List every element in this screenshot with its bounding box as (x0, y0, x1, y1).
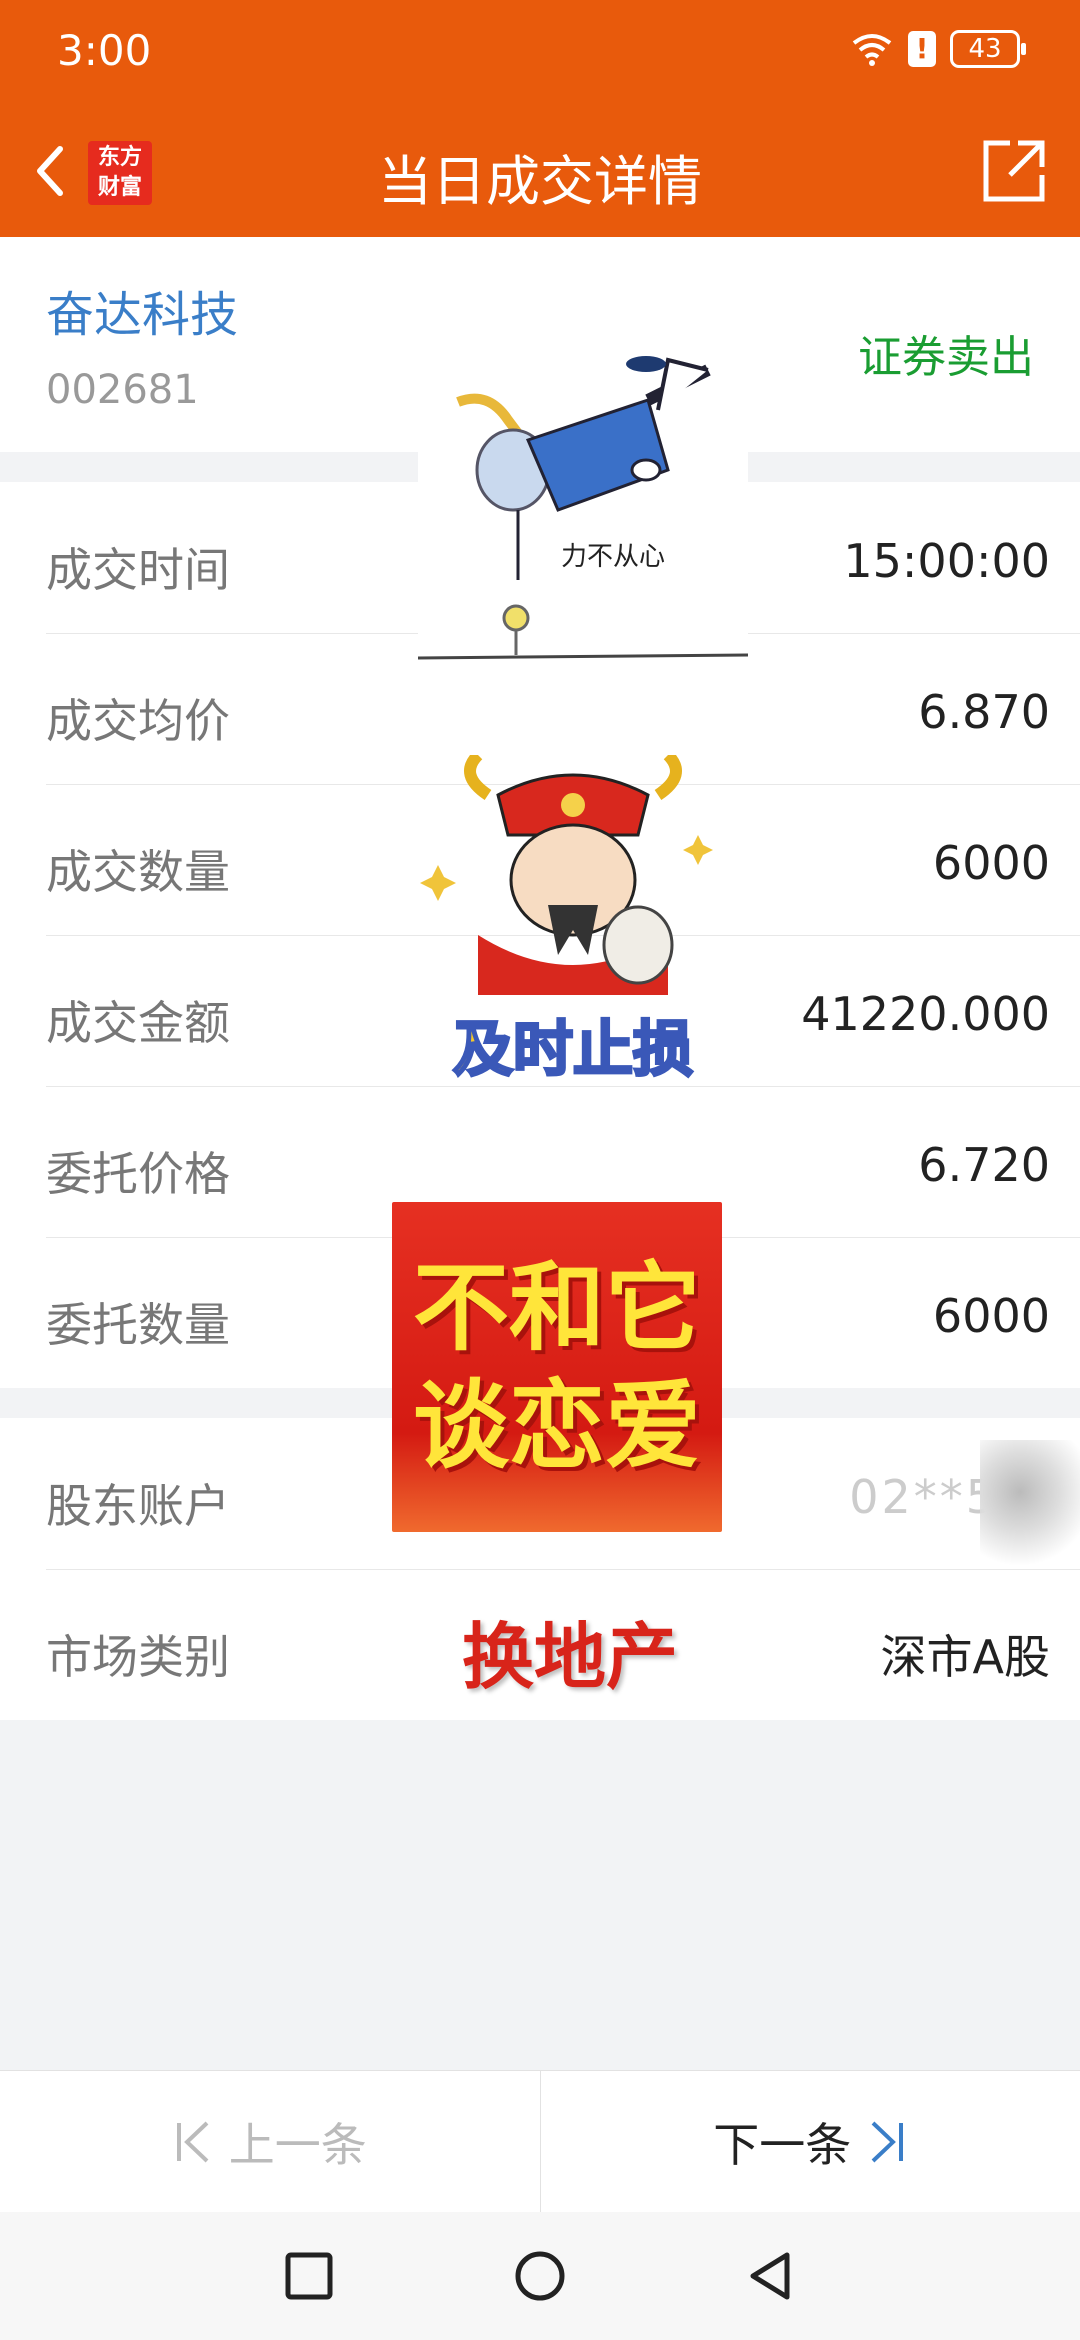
account-label: 股东账户 (46, 1479, 230, 1533)
sticker-god-of-wealth: 及时止损 (418, 755, 728, 1085)
status-bar: 3:00 ! 43 (0, 0, 1080, 105)
detail-value: 6.720 (918, 1138, 1050, 1192)
detail-value: 41220.000 (801, 987, 1050, 1041)
battery-icon: 43 (950, 30, 1026, 68)
detail-label: 成交均价 (46, 694, 230, 748)
detail-value: 15:00:00 (843, 534, 1050, 588)
status-time: 3:00 (57, 26, 152, 75)
sticker2-caption: 及时止损 (453, 1015, 693, 1085)
stock-code: 002681 (46, 367, 199, 413)
status-icons: ! 43 (850, 30, 1026, 68)
bottom-navigation: 上一条 下一条 (0, 2070, 1080, 2212)
share-icon[interactable] (978, 135, 1050, 207)
sticker1-caption: 力不从心 (561, 542, 665, 572)
sticker-falling-man: 力不从心 (418, 350, 748, 670)
sticker3-line1: 不和它 (413, 1252, 701, 1364)
trade-type: 证券卖出 (858, 332, 1034, 383)
detail-label: 成交时间 (46, 543, 230, 597)
detail-value: 6000 (932, 836, 1050, 890)
stock-name[interactable]: 奋达科技 (46, 275, 238, 345)
detail-label: 委托数量 (46, 1298, 230, 1352)
sticker-text-real-estate: 换地产 (461, 1614, 678, 1699)
next-icon (871, 2121, 904, 2162)
home-icon[interactable] (514, 2250, 566, 2302)
nav-bar: 东方 财富 当日成交详情 (0, 105, 1080, 237)
blurred-smudge (980, 1440, 1080, 1570)
recents-icon[interactable] (283, 2250, 335, 2302)
falling-man-image: 力不从心 (418, 356, 748, 660)
back-icon[interactable] (745, 2250, 797, 2302)
god-of-wealth-image: 及时止损 (420, 755, 713, 1085)
system-navigation-bar (0, 2212, 1080, 2340)
sticker-red-banner: 不和它 谈恋爱 (392, 1202, 722, 1532)
prev-icon (176, 2121, 209, 2162)
detail-label: 委托价格 (46, 1147, 230, 1201)
detail-label: 成交数量 (46, 845, 230, 899)
detail-value: 6000 (932, 1289, 1050, 1343)
detail-value: 6.870 (918, 685, 1050, 739)
prev-label: 上一条 (228, 2117, 367, 2172)
next-label: 下一条 (713, 2117, 852, 2172)
account-label: 市场类别 (46, 1630, 230, 1684)
account-value: 深市A股 (880, 1630, 1050, 1684)
page-title: 当日成交详情 (378, 150, 702, 213)
prev-button[interactable]: 上一条 (0, 2071, 540, 2212)
wifi-icon (852, 34, 892, 66)
sticker3-line2: 谈恋爱 (413, 1370, 701, 1482)
detail-label: 成交金额 (46, 996, 230, 1050)
alert-icon: ! (908, 31, 936, 67)
next-button[interactable]: 下一条 (539, 2071, 1080, 2212)
